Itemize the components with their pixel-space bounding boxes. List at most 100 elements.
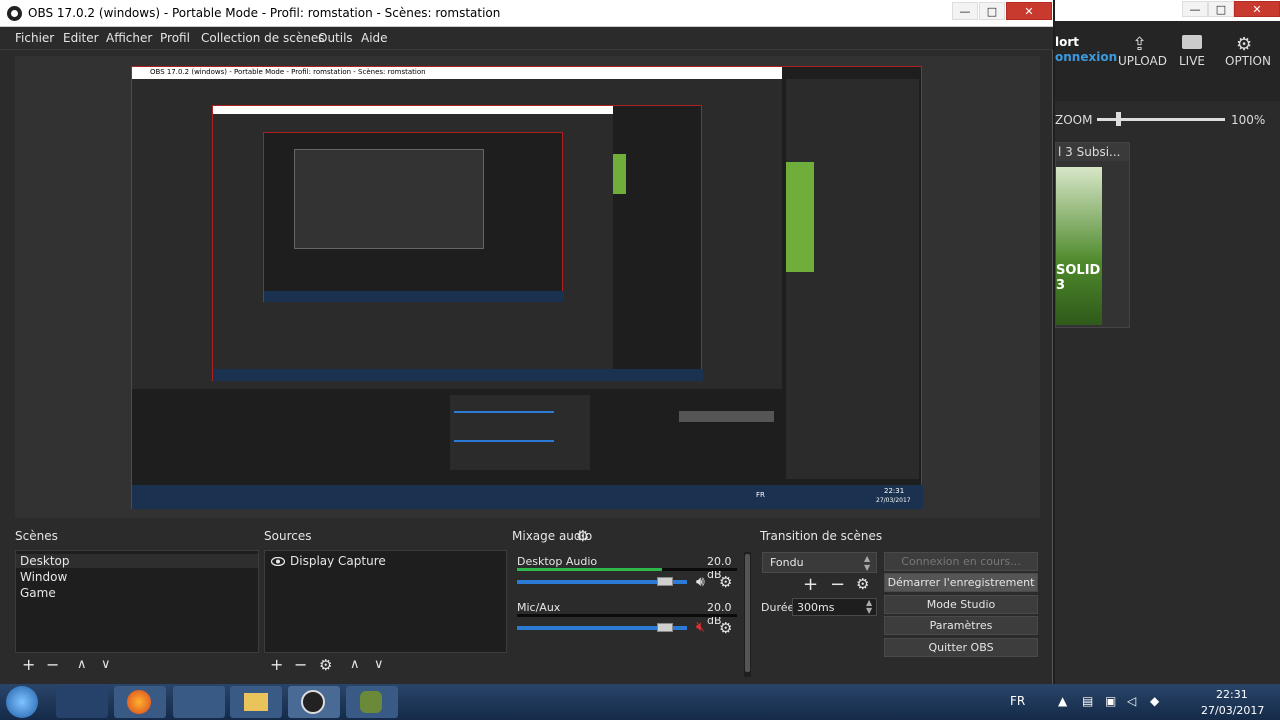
zoom-value: 100% (1231, 113, 1266, 127)
option-gear-icon[interactable]: ⚙ (1236, 34, 1252, 55)
mic-aux-gear-icon[interactable]: ⚙ (719, 619, 732, 637)
side-toolbar: lort onnexion ⇪ UPLOAD LIVE ⚙ OPTION (1055, 21, 1280, 101)
tray-shield-icon[interactable]: ◆ (1150, 694, 1159, 708)
title-bar[interactable]: OBS 17.0.2 (windows) - Portable Mode - P… (0, 0, 1053, 27)
taskbar-time[interactable]: 22:31 (1216, 688, 1248, 701)
scene-item-desktop[interactable]: Desktop (16, 554, 258, 568)
game-cover-art-text: SOLID 3 (1056, 263, 1101, 293)
mixer-scrollbar-thumb[interactable] (745, 554, 750, 672)
scene-up-button[interactable]: ∧ (77, 656, 87, 674)
settings-button[interactable]: Paramètres (884, 616, 1038, 635)
menu-afficher[interactable]: Afficher (106, 31, 152, 45)
mic-aux-meter (517, 614, 737, 617)
menu-aide[interactable]: Aide (361, 31, 388, 45)
nested-title-bar-2 (213, 106, 613, 114)
duration-input[interactable]: 300ms ▲ ▼ (792, 598, 877, 616)
preview-canvas[interactable]: OBS 17.0.2 (windows) - Portable Mode - P… (15, 56, 1040, 518)
side-app-window: — □ ✕ lort onnexion ⇪ UPLOAD LIVE ⚙ OPTI… (1055, 0, 1280, 684)
scene-item-window[interactable]: Window (20, 570, 67, 584)
nested-side-window (786, 79, 919, 479)
taskbar-date[interactable]: 27/03/2017 (1201, 704, 1264, 717)
taskbar-file-explorer-icon[interactable] (230, 686, 282, 718)
obs-logo-icon (7, 6, 22, 21)
menu-profil[interactable]: Profil (160, 31, 190, 45)
taskbar-app-notes-icon[interactable] (56, 686, 108, 718)
zoom-bar: ZOOM 100% (1055, 107, 1280, 133)
connecting-button[interactable]: Connexion en cours... (884, 552, 1038, 571)
remove-scene-button[interactable]: − (46, 656, 59, 674)
taskbar-obs-icon[interactable] (288, 686, 340, 718)
taskbar-app-gamepad-icon[interactable] (173, 686, 225, 718)
side-close-button[interactable]: ✕ (1234, 1, 1280, 17)
nested-date: 27/03/2017 (876, 497, 911, 504)
source-item-display-capture[interactable]: Display Capture (290, 554, 386, 568)
add-source-button[interactable]: + (270, 656, 283, 674)
menu-bar: Fichier Editer Afficher Profil Collectio… (0, 27, 1053, 50)
desktop-audio-slider-thumb[interactable] (656, 577, 673, 586)
add-scene-button[interactable]: + (22, 656, 35, 674)
scene-item-game[interactable]: Game (20, 586, 56, 600)
game-card-header: l 3 Subsi... (1056, 143, 1129, 161)
duration-label: Durée (761, 601, 795, 614)
desktop-audio-gear-icon[interactable]: ⚙ (719, 573, 732, 591)
menu-collection-scenes[interactable]: Collection de scènes (201, 31, 324, 45)
maximize-button[interactable]: □ (979, 2, 1005, 20)
connexion-link[interactable]: onnexion (1055, 50, 1117, 64)
camera-icon[interactable] (1182, 35, 1202, 49)
remove-transition-button[interactable]: − (830, 574, 845, 595)
source-down-button[interactable]: ∨ (374, 656, 384, 674)
nested-title: OBS 17.0.2 (windows) - Portable Mode - P… (150, 68, 426, 76)
add-transition-button[interactable]: + (803, 574, 818, 595)
nested-record-button (679, 411, 774, 422)
upload-button[interactable]: UPLOAD (1118, 54, 1167, 68)
zoom-slider-thumb[interactable] (1116, 112, 1122, 126)
obs-main-window: OBS 17.0.2 (windows) - Portable Mode - P… (0, 0, 1053, 684)
scene-down-button[interactable]: ∨ (101, 656, 111, 674)
nested-game-cover-2 (613, 154, 626, 194)
menu-outils[interactable]: Outils (318, 31, 353, 45)
menu-editer[interactable]: Editer (63, 31, 99, 45)
sources-title: Sources (264, 529, 312, 543)
side-maximize-button[interactable]: □ (1208, 1, 1234, 17)
tray-monitor-icon[interactable]: ▣ (1105, 694, 1116, 708)
source-settings-gear-icon[interactable]: ⚙ (319, 656, 332, 674)
tray-up-arrow-icon[interactable]: ▲ (1058, 694, 1067, 708)
sources-list[interactable]: Display Capture (264, 550, 507, 653)
studio-mode-button[interactable]: Mode Studio (884, 595, 1038, 614)
option-button[interactable]: OPTION (1225, 54, 1271, 68)
desktop-audio-label: Desktop Audio (517, 555, 598, 568)
quit-obs-button[interactable]: Quitter OBS (884, 638, 1038, 657)
taskbar-game-icon[interactable] (346, 686, 398, 718)
side-title-bar[interactable]: — □ ✕ (1055, 0, 1280, 21)
folder-icon (244, 693, 268, 711)
menu-fichier[interactable]: Fichier (15, 31, 54, 45)
transition-selected: Fondu (770, 556, 804, 569)
mixer-gear-icon[interactable]: ⚙ (576, 527, 589, 545)
start-button-icon[interactable] (6, 686, 38, 718)
tray-network-icon[interactable]: ▤ (1082, 694, 1093, 708)
scenes-title: Scènes (15, 529, 58, 543)
taskbar-lang[interactable]: FR (1010, 694, 1025, 708)
upload-icon[interactable]: ⇪ (1132, 34, 1147, 55)
side-minimize-button[interactable]: — (1182, 1, 1208, 17)
live-button[interactable]: LIVE (1179, 54, 1205, 68)
minimize-button[interactable]: — (952, 2, 978, 20)
start-recording-button[interactable]: Démarrer l'enregistrement (884, 573, 1038, 592)
close-button[interactable]: ✕ (1006, 2, 1052, 20)
transition-select[interactable]: Fondu ▲ ▼ (762, 552, 877, 573)
source-up-button[interactable]: ∧ (350, 656, 360, 674)
muted-speaker-icon[interactable]: 🔇︎ (696, 619, 705, 635)
helmet-icon (360, 691, 382, 713)
scenes-list[interactable]: Desktop Window Game (15, 550, 259, 653)
game-card[interactable]: l 3 Subsi... SOLID 3 (1055, 142, 1130, 328)
eye-icon[interactable] (270, 556, 286, 567)
tray-volume-icon[interactable]: ◁ (1127, 694, 1136, 708)
remove-source-button[interactable]: − (294, 656, 307, 674)
transition-gear-icon[interactable]: ⚙ (856, 575, 869, 593)
mic-aux-label: Mic/Aux (517, 601, 561, 614)
nested-clock: 22:31 (884, 487, 905, 495)
speaker-icon[interactable]: 🔊︎ (696, 574, 705, 590)
taskbar-firefox-icon[interactable] (114, 686, 166, 718)
mic-aux-slider-thumb[interactable] (656, 623, 673, 632)
mixer-scrollbar[interactable] (744, 552, 751, 677)
